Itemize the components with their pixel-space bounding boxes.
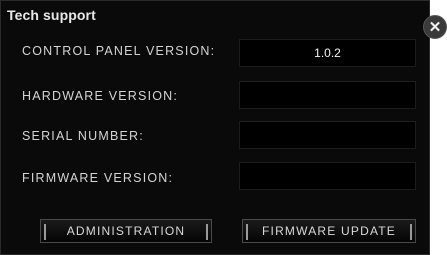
control-panel-version-field: 1.0.2 (239, 39, 416, 67)
button-edge-left (246, 224, 248, 240)
button-edge-left (44, 224, 46, 240)
firmware-update-button-label: FIRMWARE UPDATE (262, 224, 396, 238)
hardware-version-label: HARDWARE VERSION: (22, 89, 179, 103)
dialog-title: Tech support (7, 7, 96, 23)
tech-support-dialog: Tech support CONTROL PANEL VERSION: 1.0.… (0, 0, 430, 255)
button-edge-right (206, 224, 208, 240)
administration-button[interactable]: ADMINISTRATION (40, 219, 212, 243)
administration-button-label: ADMINISTRATION (66, 224, 186, 238)
hardware-version-field (239, 81, 416, 109)
close-button[interactable]: ✕ (423, 15, 447, 39)
serial-number-field (239, 121, 416, 149)
close-icon: ✕ (428, 18, 442, 36)
firmware-version-field (239, 162, 416, 190)
control-panel-version-label: CONTROL PANEL VERSION: (22, 44, 216, 58)
button-edge-right (410, 224, 412, 240)
serial-number-label: SERIAL NUMBER: (22, 129, 144, 143)
firmware-version-label: FIRMWARE VERSION: (22, 171, 174, 185)
firmware-update-button[interactable]: FIRMWARE UPDATE (242, 219, 416, 243)
